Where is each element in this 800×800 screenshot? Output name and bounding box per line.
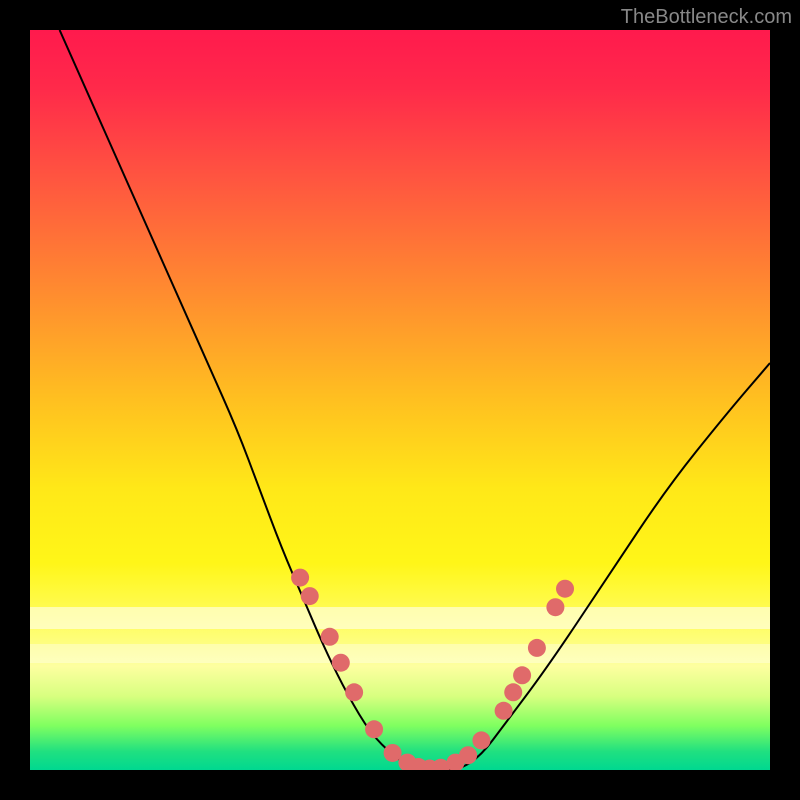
plot-area bbox=[30, 30, 770, 770]
curve-marker bbox=[472, 731, 490, 749]
curve-marker bbox=[291, 569, 309, 587]
curve-marker bbox=[345, 683, 363, 701]
curve-marker bbox=[556, 580, 574, 598]
curve-svg bbox=[30, 30, 770, 770]
watermark-text: TheBottleneck.com bbox=[621, 6, 792, 29]
bottleneck-curve bbox=[60, 30, 770, 770]
curve-marker bbox=[504, 683, 522, 701]
curve-marker bbox=[384, 744, 402, 762]
curve-marker bbox=[528, 639, 546, 657]
curve-marker bbox=[365, 720, 383, 738]
curve-marker bbox=[321, 628, 339, 646]
chart-container: TheBottleneck.com bbox=[0, 0, 800, 800]
curve-marker bbox=[332, 654, 350, 672]
marker-group bbox=[291, 569, 574, 770]
curve-marker bbox=[513, 666, 531, 684]
curve-marker bbox=[546, 598, 564, 616]
curve-marker bbox=[495, 702, 513, 720]
curve-marker bbox=[459, 746, 477, 764]
curve-marker bbox=[301, 587, 319, 605]
